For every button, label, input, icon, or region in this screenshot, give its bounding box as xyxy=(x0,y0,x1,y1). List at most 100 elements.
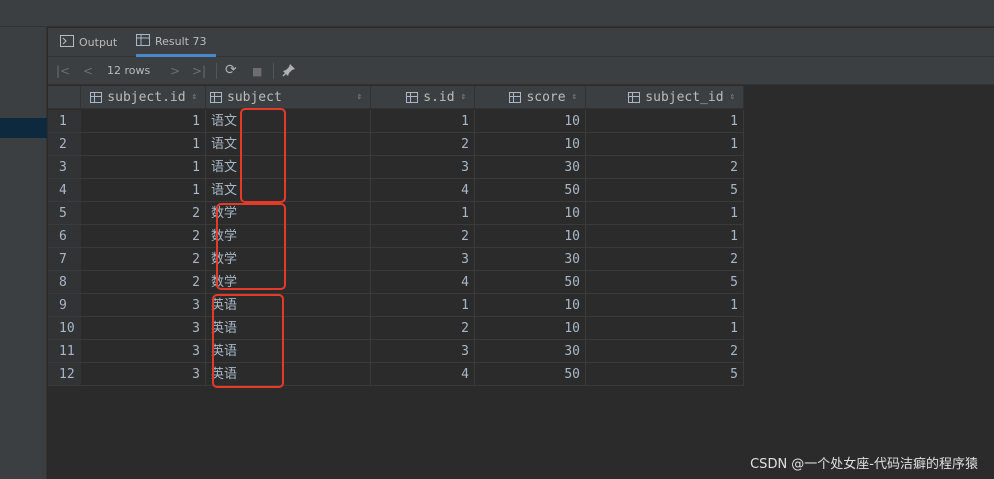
table-cell[interactable]: 2 xyxy=(586,156,744,179)
highlight-box xyxy=(216,203,286,290)
result-toolbar: |< < 12 rows > >| ⟳ ■ xyxy=(48,57,994,85)
table-cell[interactable]: 4 xyxy=(371,363,475,386)
pin-icon[interactable] xyxy=(282,63,296,81)
output-icon xyxy=(60,35,74,50)
row-number[interactable]: 11 xyxy=(48,340,81,363)
column-icon xyxy=(628,91,641,103)
table-cell[interactable]: 3 xyxy=(81,294,206,317)
table-cell[interactable]: 3 xyxy=(371,248,475,271)
table-cell[interactable]: 50 xyxy=(475,363,586,386)
table-cell[interactable]: 3 xyxy=(371,340,475,363)
table-icon xyxy=(136,33,150,49)
table-cell[interactable]: 2 xyxy=(81,248,206,271)
toolbar-divider xyxy=(273,63,274,79)
table-cell[interactable]: 3 xyxy=(81,340,206,363)
next-page-icon[interactable]: > xyxy=(170,63,180,79)
table-cell[interactable]: 30 xyxy=(475,156,586,179)
row-number[interactable]: 10 xyxy=(48,317,81,340)
prev-page-icon[interactable]: < xyxy=(83,63,93,79)
column-header[interactable]: subject.id ⇕ xyxy=(81,86,206,109)
column-header-label: s.id xyxy=(423,89,455,105)
table-cell[interactable]: 10 xyxy=(475,133,586,156)
table-cell[interactable]: 50 xyxy=(475,271,586,294)
table-cell[interactable]: 3 xyxy=(81,363,206,386)
table-cell[interactable]: 1 xyxy=(371,294,475,317)
column-header[interactable]: score ⇕ xyxy=(475,86,586,109)
table-cell[interactable]: 5 xyxy=(586,179,744,202)
table-cell[interactable]: 1 xyxy=(371,202,475,225)
column-header-label: subject_id xyxy=(645,89,724,105)
table-cell[interactable]: 10 xyxy=(475,225,586,248)
table-cell[interactable]: 1 xyxy=(586,294,744,317)
watermark: CSDN @一个处女座-代码洁癖的程序猿 xyxy=(750,457,978,472)
sort-icon[interactable]: ⇕ xyxy=(572,92,577,102)
selected-tree-item[interactable] xyxy=(0,118,47,138)
column-header[interactable]: s.id ⇕ xyxy=(371,86,475,109)
table-cell[interactable]: 2 xyxy=(81,225,206,248)
last-page-icon[interactable]: >| xyxy=(192,63,206,79)
table-cell[interactable]: 4 xyxy=(371,179,475,202)
table-cell[interactable]: 1 xyxy=(586,225,744,248)
column-header[interactable]: subject ⇕ xyxy=(206,86,371,109)
table-cell[interactable]: 1 xyxy=(586,133,744,156)
first-page-icon[interactable]: |< xyxy=(56,63,70,79)
table-cell[interactable]: 2 xyxy=(81,271,206,294)
column-icon xyxy=(210,91,222,103)
table-cell[interactable]: 2 xyxy=(81,202,206,225)
table-cell[interactable]: 1 xyxy=(81,179,206,202)
table-cell[interactable]: 1 xyxy=(81,110,206,133)
table-cell[interactable]: 50 xyxy=(475,179,586,202)
table-cell[interactable]: 5 xyxy=(586,271,744,294)
sort-icon[interactable]: ⇕ xyxy=(730,92,735,102)
table-cell[interactable]: 语文 xyxy=(206,179,371,202)
table-cell[interactable]: 2 xyxy=(371,225,475,248)
tab-output[interactable]: Output xyxy=(60,28,117,57)
table-cell[interactable]: 10 xyxy=(475,110,586,133)
table-cell[interactable]: 1 xyxy=(586,110,744,133)
table-cell[interactable]: 3 xyxy=(81,317,206,340)
table-cell[interactable]: 2 xyxy=(371,317,475,340)
row-number[interactable]: 9 xyxy=(48,294,81,317)
table-cell[interactable]: 2 xyxy=(586,248,744,271)
table-cell[interactable]: 2 xyxy=(371,133,475,156)
table-cell[interactable]: 10 xyxy=(475,317,586,340)
table-cell[interactable]: 3 xyxy=(371,156,475,179)
left-panel-strip xyxy=(0,27,47,479)
row-number[interactable]: 7 xyxy=(48,248,81,271)
result-tab-bar: Output Result 73 xyxy=(48,28,994,57)
table-cell[interactable]: 1 xyxy=(586,202,744,225)
highlight-box xyxy=(240,108,286,203)
row-number[interactable]: 1 xyxy=(48,110,81,133)
table-cell[interactable]: 语文 xyxy=(206,133,371,156)
table-cell[interactable]: 1 xyxy=(81,133,206,156)
table-cell[interactable]: 1 xyxy=(81,156,206,179)
table-cell[interactable]: 10 xyxy=(475,294,586,317)
sort-icon[interactable]: ⇕ xyxy=(357,92,362,102)
sort-icon[interactable]: ⇕ xyxy=(461,92,466,102)
table-cell[interactable]: 10 xyxy=(475,202,586,225)
row-number[interactable]: 12 xyxy=(48,363,81,386)
table-cell[interactable]: 2 xyxy=(586,340,744,363)
stop-icon[interactable]: ■ xyxy=(252,64,262,80)
column-header-label: score xyxy=(526,89,566,105)
column-header[interactable]: subject_id ⇕ xyxy=(586,86,744,109)
table-cell[interactable]: 30 xyxy=(475,340,586,363)
table-cell[interactable]: 1 xyxy=(586,317,744,340)
table-cell[interactable]: 4 xyxy=(371,271,475,294)
row-number[interactable]: 6 xyxy=(48,225,81,248)
row-number[interactable]: 2 xyxy=(48,133,81,156)
row-count-selector[interactable]: 12 rows xyxy=(107,63,150,79)
table-cell[interactable]: 5 xyxy=(586,363,744,386)
table-cell[interactable]: 语文 xyxy=(206,156,371,179)
table-cell[interactable]: 30 xyxy=(475,248,586,271)
table-cell[interactable]: 1 xyxy=(371,110,475,133)
row-number[interactable]: 4 xyxy=(48,179,81,202)
row-number[interactable]: 3 xyxy=(48,156,81,179)
sort-icon[interactable]: ⇕ xyxy=(192,92,197,102)
highlight-box xyxy=(212,294,284,388)
row-number[interactable]: 5 xyxy=(48,202,81,225)
tab-result[interactable]: Result 73 xyxy=(136,28,217,57)
refresh-icon[interactable]: ⟳ xyxy=(225,62,237,78)
row-number[interactable]: 8 xyxy=(48,271,81,294)
table-cell[interactable]: 语文 xyxy=(206,110,371,133)
